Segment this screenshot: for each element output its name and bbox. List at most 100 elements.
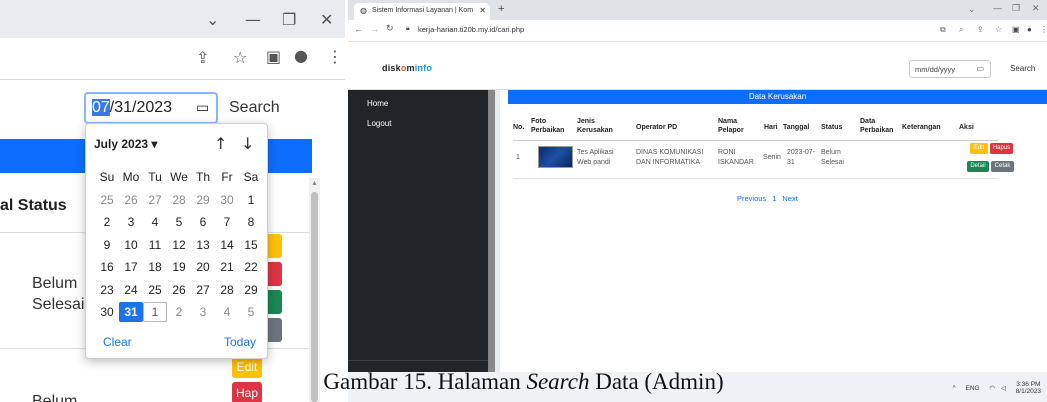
calendar-day[interactable]: 5 [167, 215, 191, 229]
chevron-down-icon[interactable]: ⌄ [206, 10, 219, 29]
close-tab-icon[interactable]: ✕ [479, 6, 486, 15]
calendar-day[interactable]: 25 [95, 193, 119, 207]
forward-icon[interactable]: → [370, 24, 379, 34]
search-button[interactable]: Search [1010, 64, 1035, 73]
cell-status: Belum Selesai [821, 149, 844, 166]
star-icon[interactable]: ☆ [233, 48, 247, 67]
search-button[interactable]: Search [229, 99, 280, 117]
calendar-day[interactable]: 8 [239, 215, 263, 229]
calendar-day[interactable]: 24 [119, 283, 143, 297]
detail-button[interactable]: Detail [967, 161, 989, 172]
new-tab-icon[interactable]: + [498, 3, 504, 15]
next-month-icon[interactable]: ↓ [241, 134, 254, 153]
zoom-icon[interactable]: ⌕ [959, 25, 963, 35]
minimize-icon[interactable]: — [993, 3, 1002, 13]
close-icon[interactable]: ✕ [1032, 3, 1040, 14]
edit-button[interactable]: Edit [970, 143, 988, 154]
profile-icon[interactable]: ● [1027, 25, 1032, 34]
restore-icon[interactable]: ❐ [282, 10, 296, 29]
date-input[interactable]: mm/dd/yyyy ▭ [909, 60, 991, 78]
next-page-link[interactable]: Next [782, 194, 797, 203]
date-month-segment[interactable]: 07 [92, 99, 110, 116]
sidepanel-icon[interactable]: ▣ [1012, 25, 1020, 34]
back-icon[interactable]: ← [354, 24, 363, 34]
calendar-icon[interactable]: ▭ [196, 99, 209, 116]
clear-button[interactable]: Clear [103, 335, 132, 349]
today-button[interactable]: Today [224, 335, 256, 349]
site-logo[interactable]: diskominfo [382, 63, 432, 73]
calendar-day[interactable]: 6 [191, 215, 215, 229]
calendar-day[interactable]: 28 [215, 283, 239, 297]
hapus-button[interactable]: Hapus [990, 143, 1013, 154]
close-icon[interactable]: ✕ [320, 10, 333, 29]
month-selector[interactable]: July 2023 ▾ [94, 137, 157, 151]
lock-icon[interactable]: 🔒︎ [406, 25, 410, 33]
menu-icon[interactable]: ⋮ [327, 47, 343, 66]
calendar-day[interactable]: 18 [143, 260, 167, 274]
star-icon[interactable]: ☆ [995, 25, 1002, 34]
chevron-down-icon[interactable]: ⌄ [968, 4, 976, 15]
minimize-icon[interactable]: — [245, 10, 261, 29]
calendar-day[interactable]: 25 [143, 283, 167, 297]
share-icon[interactable]: ⇪ [977, 25, 984, 34]
table-divider [513, 140, 998, 141]
calendar-day[interactable]: 31 [119, 302, 143, 323]
calendar-day[interactable]: 3 [191, 305, 215, 319]
calendar-day[interactable]: 27 [191, 283, 215, 297]
tab-title: Sistem Informasi Layanan | Kom [372, 7, 474, 14]
calendar-day[interactable]: 4 [143, 215, 167, 229]
calendar-icon[interactable]: ▭ [976, 64, 984, 73]
repair-photo-thumbnail[interactable] [538, 146, 573, 168]
scroll-up-icon[interactable]: ▲ [311, 180, 318, 187]
calendar-day[interactable]: 2 [167, 305, 191, 319]
calendar-day[interactable]: 30 [215, 193, 239, 207]
calendar-day[interactable]: 3 [119, 215, 143, 229]
weekday-label: Sa [243, 170, 259, 185]
calendar-day[interactable]: 10 [119, 238, 143, 252]
translate-icon[interactable]: ⧉ [940, 25, 946, 35]
calendar-day[interactable]: 14 [215, 238, 239, 252]
cetak-button[interactable]: Cetak [991, 161, 1014, 172]
calendar-day[interactable]: 29 [191, 193, 215, 207]
sidepanel-icon[interactable]: ▣ [266, 47, 281, 66]
reload-icon[interactable]: ↻ [386, 23, 394, 34]
calendar-day[interactable]: 17 [119, 260, 143, 274]
calendar-day[interactable]: 12 [167, 238, 191, 252]
calendar-day[interactable]: 22 [239, 260, 263, 274]
calendar-day[interactable]: 4 [215, 305, 239, 319]
calendar-day[interactable]: 13 [191, 238, 215, 252]
calendar-day[interactable]: 9 [95, 238, 119, 252]
menu-icon[interactable]: ⋮ [1040, 25, 1047, 34]
calendar-day[interactable]: 1 [239, 193, 263, 207]
calendar-day[interactable]: 29 [239, 283, 263, 297]
calendar-day[interactable]: 2 [95, 215, 119, 229]
calendar-day[interactable]: 30 [95, 305, 119, 319]
calendar-day[interactable]: 15 [239, 238, 263, 252]
url-field[interactable]: kerja-harian.ti20b.my.id/cari.php [418, 25, 524, 34]
page-1-link[interactable]: 1 [772, 194, 776, 203]
calendar-day[interactable]: 16 [95, 260, 119, 274]
profile-icon[interactable]: ● [294, 46, 308, 65]
prev-month-icon[interactable]: ↑ [214, 134, 227, 153]
calendar-day[interactable]: 1 [143, 302, 167, 323]
calendar-day[interactable]: 5 [239, 305, 263, 319]
calendar-day[interactable]: 27 [143, 193, 167, 207]
calendar-day[interactable]: 7 [215, 215, 239, 229]
date-input[interactable]: 07/31/2023 ▭ [84, 92, 218, 124]
pagination: Previous 1 Next [737, 194, 798, 203]
restore-icon[interactable]: ❐ [1012, 3, 1020, 14]
sidebar-item-home[interactable]: Home [367, 99, 388, 108]
share-icon[interactable]: ⇪ [196, 48, 209, 67]
calendar-day[interactable]: 26 [119, 193, 143, 207]
sidebar-item-logout[interactable]: Logout [367, 119, 391, 128]
calendar-day[interactable]: 19 [167, 260, 191, 274]
calendar-day[interactable]: 20 [191, 260, 215, 274]
prev-page-link[interactable]: Previous [737, 194, 766, 203]
weekday-label: Mo [122, 170, 140, 185]
calendar-day[interactable]: 28 [167, 193, 191, 207]
calendar-day[interactable]: 23 [95, 283, 119, 297]
calendar-day[interactable]: 21 [215, 260, 239, 274]
calendar-day[interactable]: 26 [167, 283, 191, 297]
calendar-day[interactable]: 11 [143, 238, 167, 252]
browser-tab[interactable]: ◍ Sistem Informasi Layanan | Kom ✕ [354, 3, 490, 20]
